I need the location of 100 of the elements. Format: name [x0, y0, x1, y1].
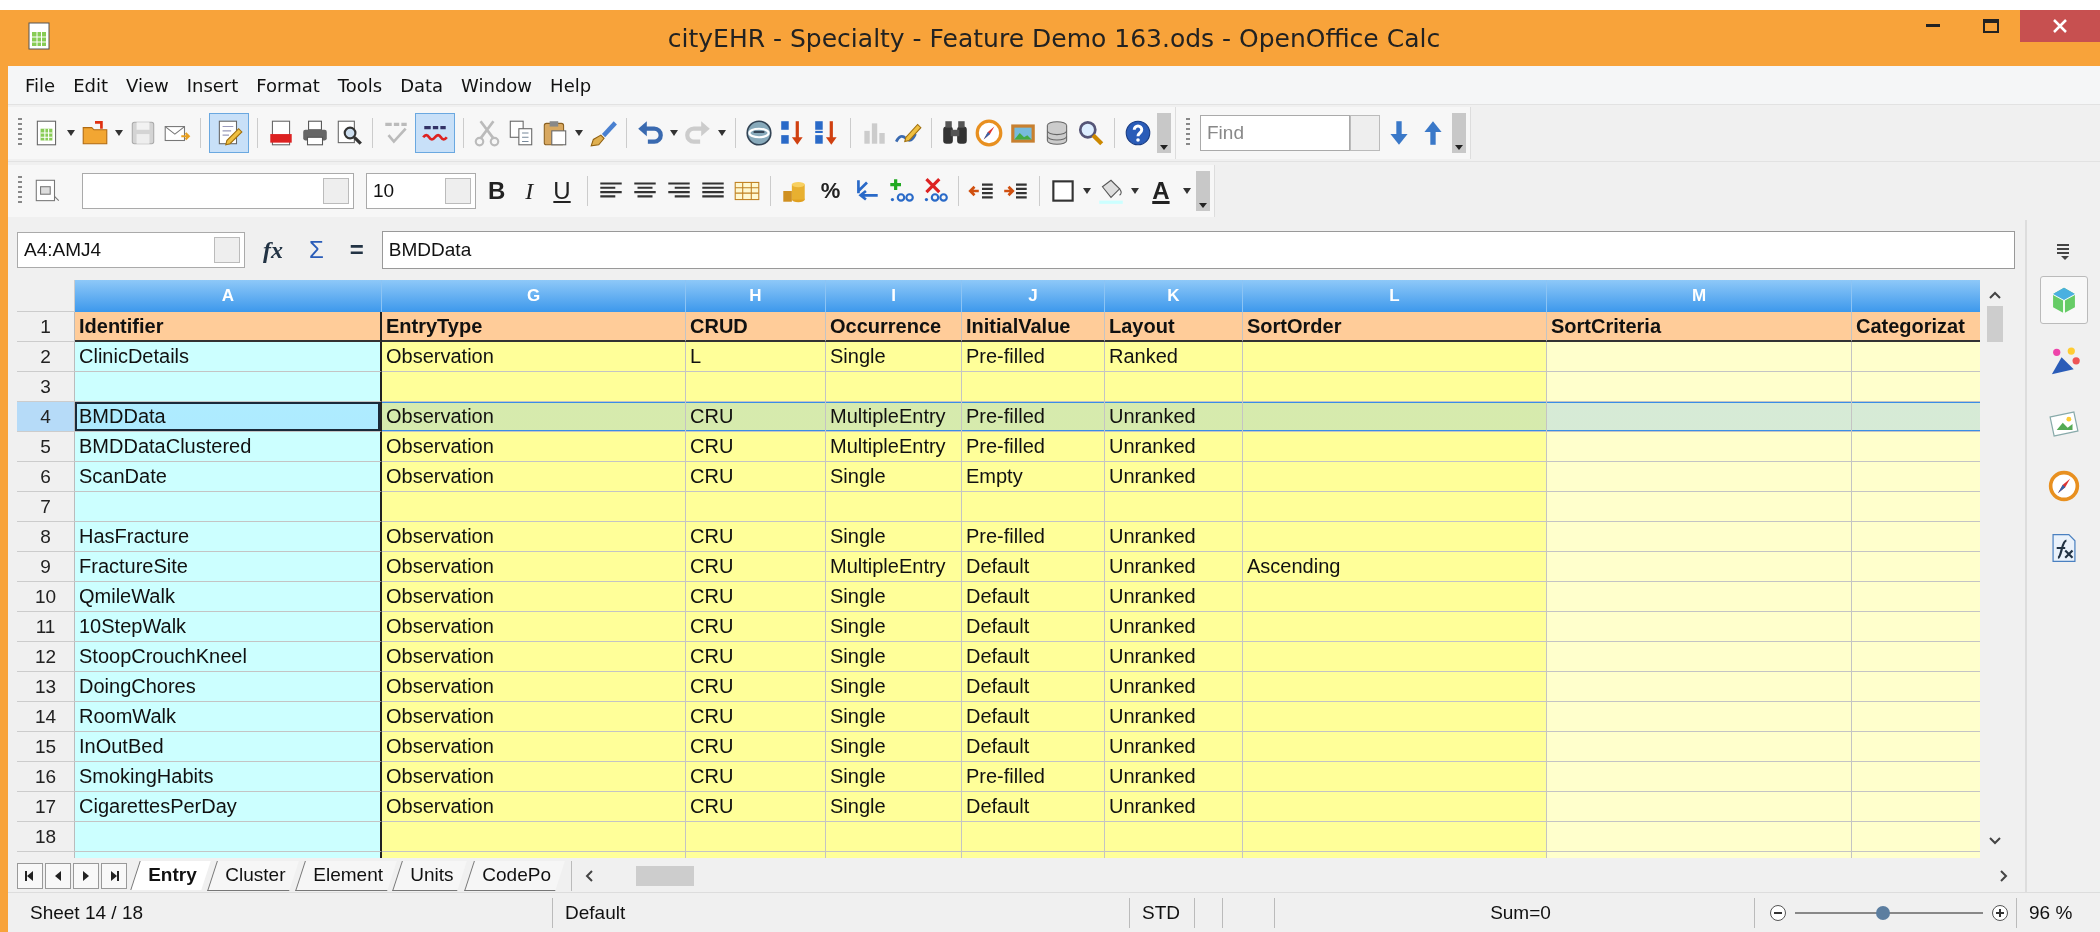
find-field[interactable]: Find [1200, 115, 1350, 151]
prev-sheet-button[interactable] [45, 862, 71, 889]
caret-icon[interactable] [1082, 187, 1093, 195]
table-cell: Layout [1105, 312, 1243, 342]
table-cell: CRU [686, 792, 826, 822]
menu-item[interactable]: Help [543, 74, 603, 96]
table-cell: CRU [686, 732, 826, 762]
window-title: cityEHR - Specialty - Feature Demo 163.ods - OpenOffice Calc [667, 23, 1441, 53]
sheet-tab[interactable]: Element [294, 860, 397, 891]
close-icon [2052, 18, 2068, 34]
italic-button[interactable]: I [517, 177, 542, 205]
formula-button[interactable]: = [341, 236, 372, 264]
row-header[interactable]: 6 [17, 462, 75, 492]
overflow-icon[interactable] [1195, 171, 1210, 211]
table-cell: Pre-filled [962, 432, 1105, 462]
row-header[interactable]: 17 [17, 792, 75, 822]
row-header[interactable]: 3 [17, 372, 75, 402]
function-wizard-button[interactable]: fx [255, 236, 291, 264]
row-header[interactable]: 9 [17, 552, 75, 582]
row-header[interactable]: 14 [17, 702, 75, 732]
row-header[interactable]: 2 [17, 342, 75, 372]
table-cell: Single [826, 642, 962, 672]
caret-icon[interactable] [1181, 187, 1192, 195]
caret-icon[interactable] [669, 129, 679, 137]
menu-item[interactable]: File [18, 74, 67, 96]
sheet-tab[interactable]: Cluster [206, 860, 299, 891]
table-cell: FractureSite [75, 552, 382, 582]
font-color-button[interactable]: A [1144, 177, 1178, 205]
caret-icon[interactable] [114, 129, 124, 137]
table-cell: Default [962, 702, 1105, 732]
table-cell: Observation [382, 552, 686, 582]
table-cell: Unranked [1105, 462, 1243, 492]
sum-button[interactable]: Σ [301, 236, 332, 264]
row-header[interactable]: 13 [17, 672, 75, 702]
next-sheet-button[interactable] [73, 862, 99, 889]
table-cell: InOutBed [75, 732, 382, 762]
magnifier-icon[interactable] [1076, 118, 1106, 148]
table-cell: CRU [686, 582, 826, 612]
bold-button[interactable]: B [480, 177, 514, 205]
table-cell: CRU [686, 522, 826, 552]
row-header[interactable]: 16 [17, 762, 75, 792]
scroll-thumb[interactable] [1987, 306, 2003, 342]
sheet-tab[interactable]: Units [392, 860, 468, 891]
last-sheet-button[interactable] [101, 862, 127, 889]
overflow-icon[interactable] [1157, 113, 1171, 153]
row-header[interactable]: 10 [17, 582, 75, 612]
table-cell: Single [826, 612, 962, 642]
menu-item[interactable]: Edit [66, 74, 119, 96]
zoom-out-icon[interactable] [1769, 903, 1787, 922]
table-cell: Observation [382, 702, 686, 732]
table-cell: Unranked [1105, 792, 1243, 822]
row-header[interactable]: 8 [17, 522, 75, 552]
font-name-field[interactable] [82, 173, 354, 209]
scroll-thumb[interactable] [636, 865, 695, 886]
underline-button[interactable]: U [545, 177, 579, 205]
menu-item[interactable]: View [119, 74, 180, 96]
sheet-tab[interactable]: Entry [130, 861, 211, 890]
selection-mode: STD [1142, 901, 1180, 924]
globe-icon[interactable] [744, 118, 774, 148]
row-header[interactable]: 4 [17, 402, 75, 432]
row-header[interactable]: 5 [17, 432, 75, 462]
menu-item[interactable]: Insert [179, 74, 250, 96]
table-cell: Default [962, 732, 1105, 762]
percent-button[interactable]: % [812, 178, 849, 204]
caret-icon[interactable] [66, 129, 76, 137]
menu-item[interactable]: Tools [330, 74, 394, 96]
font-size-field[interactable]: 10 [366, 173, 476, 209]
table-cell: CigarettesPerDay [75, 792, 382, 822]
table-cell: Single [826, 792, 962, 822]
row-header[interactable]: 15 [17, 732, 75, 762]
printer-icon[interactable] [300, 118, 330, 148]
row-header[interactable]: 12 [17, 642, 75, 672]
row-header[interactable]: 18 [17, 822, 75, 852]
menu-item[interactable]: Format [249, 74, 331, 96]
sheet-tab[interactable]: CodePo [463, 860, 565, 891]
table-cell: Categorizat [1852, 312, 1980, 342]
table-cell: Unranked [1105, 642, 1243, 672]
caret-icon[interactable] [717, 129, 727, 137]
first-sheet-button[interactable] [17, 862, 43, 889]
page-style: Default [565, 901, 626, 924]
caret-icon[interactable] [574, 129, 584, 137]
table-cell: MultipleEntry [826, 432, 962, 462]
help-icon[interactable] [1123, 118, 1153, 148]
sum-display: Sum=0 [1490, 901, 1551, 924]
table-cell: Observation [382, 762, 686, 792]
row-header[interactable]: 7 [17, 492, 75, 522]
table-cell: Empty [962, 462, 1105, 492]
row-header[interactable]: 1 [17, 312, 75, 342]
name-box[interactable]: A4:AMJ4 [17, 232, 245, 268]
close-button[interactable] [2020, 10, 2100, 42]
caret-icon[interactable] [1130, 187, 1141, 195]
overflow-icon[interactable] [1452, 113, 1466, 153]
paintbrush-icon[interactable] [588, 118, 618, 148]
menu-item[interactable]: Data [393, 74, 455, 96]
zoom-in-icon[interactable] [1991, 903, 2009, 922]
menu-item[interactable]: Window [454, 74, 544, 96]
row-header[interactable]: 11 [17, 612, 75, 642]
table-cell: Single [826, 672, 962, 702]
formula-input[interactable]: BMDData [381, 231, 2015, 269]
compass-icon[interactable] [974, 118, 1004, 148]
